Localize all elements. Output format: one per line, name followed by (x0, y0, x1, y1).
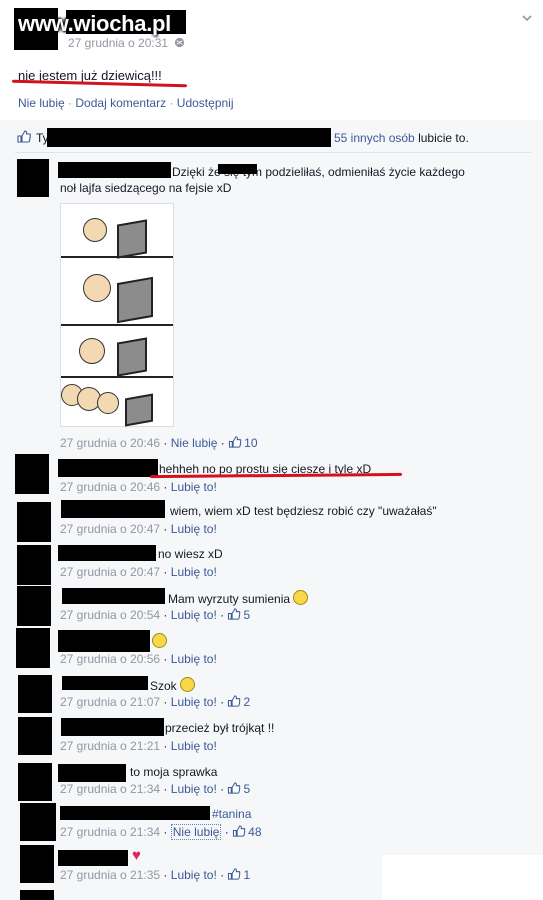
comment-meta: 27 grudnia o 20:47 · Lubię to! (60, 522, 217, 536)
like-thumb-icon (228, 868, 241, 880)
face (97, 392, 119, 414)
like-button[interactable]: Lubię to! (171, 652, 217, 666)
like-thumb-icon (228, 608, 241, 620)
comment-text-line2: noł lajfa siedzącego na fejsie xD (60, 181, 232, 195)
surprised-emoji-icon (152, 633, 167, 648)
like-button[interactable]: Lubię to! (171, 739, 217, 753)
comment-like-count[interactable]: 5 (227, 608, 250, 622)
unlike-link[interactable]: Nie lubię (18, 96, 65, 110)
comment-meta: 27 grudnia o 21:35 · Lubię to! · 1 (60, 868, 251, 882)
comment-meta: 27 grudnia o 20:46 · Lubię to! (60, 480, 217, 494)
watermark: www.wiocha.pl (18, 11, 171, 36)
comment-author-redacted[interactable] (58, 459, 158, 477)
comment-author-redacted[interactable] (61, 718, 164, 736)
comment-avatar[interactable] (17, 586, 51, 626)
comment-avatar[interactable] (18, 717, 52, 755)
like-thumb-icon (233, 825, 246, 837)
comment-meta: 27 grudnia o 21:07 · Lubię to! · 2 (60, 695, 251, 709)
like-button[interactable]: Lubię to! (171, 480, 217, 494)
comment-author-redacted[interactable] (60, 806, 210, 820)
liker-names-redacted[interactable] (47, 128, 331, 147)
like-button[interactable]: Lubię to! (171, 608, 217, 622)
comment-author-redacted[interactable] (62, 676, 148, 690)
comment-text: Dzięki że się tym podzieliłaś, odmieniła… (172, 165, 465, 179)
comment-meta: 27 grudnia o 20:47 · Lubię to! (60, 565, 217, 579)
like-button[interactable]: Nie lubię (171, 436, 218, 450)
post-timestamp[interactable]: 27 grudnia o 20:31 (68, 36, 185, 50)
monitor (117, 276, 153, 324)
globe-icon (175, 37, 185, 48)
frown-emoji-icon (293, 590, 309, 605)
comment-avatar[interactable] (15, 454, 49, 494)
monitor (117, 219, 147, 259)
like-button[interactable]: Lubię to! (171, 695, 217, 709)
post-actions: Nie lubię · Dodaj komentarz · Udostępnij (18, 96, 234, 110)
comment-text: Mam wyrzuty sumienia (168, 590, 309, 606)
like-thumb-icon (229, 436, 242, 448)
heart-emoji-icon: ♥ (132, 847, 141, 864)
redacted-name (218, 164, 257, 174)
add-comment-link[interactable]: Dodaj komentarz (75, 96, 166, 110)
comment-avatar[interactable] (17, 159, 49, 197)
comment-avatar[interactable] (18, 675, 52, 713)
chevron-down-icon[interactable] (521, 12, 533, 24)
comment-image[interactable] (60, 203, 174, 427)
comment-avatar[interactable] (16, 628, 50, 668)
comment-text: #tanina (212, 807, 252, 821)
comment-author-redacted[interactable] (58, 764, 126, 782)
like-button[interactable]: Lubię to! (171, 782, 217, 796)
comment-text: to moja sprawka (130, 765, 218, 779)
comment-meta: 27 grudnia o 20:54 · Lubię to! · 5 (60, 608, 251, 622)
comment-author-redacted[interactable] (58, 850, 128, 866)
comment-meta: 27 grudnia o 20:46 · Nie lubię · 10 (60, 436, 258, 450)
comment-like-count[interactable]: 10 (228, 436, 258, 450)
like-thumb-icon (17, 130, 31, 143)
unlike-button[interactable]: Nie lubię (170, 824, 222, 840)
comment-text: no wiesz xD (158, 547, 223, 561)
comment-meta: 27 grudnia o 21:21 · Lubię to! (60, 739, 217, 753)
comment-text: wiem, wiem xD test będziesz robić czy "u… (170, 504, 437, 518)
like-button[interactable]: Lubię to! (171, 565, 217, 579)
like-button[interactable]: Lubię to! (171, 868, 217, 882)
share-link[interactable]: Udostępnij (177, 96, 234, 110)
comment-author-redacted[interactable] (61, 500, 165, 518)
comment-meta: 27 grudnia o 21:34 · Nie lubię · 48 (60, 824, 262, 840)
monitor (125, 393, 153, 427)
comment-text: Szok (150, 677, 196, 693)
comment-author-redacted[interactable] (62, 588, 165, 604)
comment-avatar[interactable] (17, 545, 51, 585)
comment-avatar[interactable] (20, 890, 54, 900)
likes-count: 55 innych osób lubicie to. (334, 131, 469, 145)
monitor (117, 337, 147, 377)
comment-avatar[interactable] (20, 803, 56, 841)
comment-like-count[interactable]: 1 (227, 868, 250, 882)
like-button[interactable]: Lubię to! (171, 522, 217, 536)
panel-divider (61, 324, 173, 326)
comment-like-count[interactable]: 5 (227, 782, 250, 796)
comment-avatar[interactable] (20, 845, 54, 883)
comment-text: przecież był trójkąt !! (165, 721, 275, 735)
like-thumb-icon (228, 695, 241, 707)
comment-avatar[interactable] (18, 763, 52, 801)
comment-author-redacted[interactable] (58, 545, 156, 561)
comment-avatar[interactable] (17, 502, 51, 542)
like-thumb-icon (228, 782, 241, 794)
comment-author-redacted[interactable] (58, 630, 150, 652)
crop-corner (382, 855, 543, 900)
comment-like-count[interactable]: 48 (232, 825, 262, 839)
others-likes-link[interactable]: 55 innych osób (334, 131, 415, 145)
comment-like-count[interactable]: 2 (227, 695, 250, 709)
face (83, 274, 111, 302)
face (83, 218, 107, 242)
comment-meta: 27 grudnia o 20:56 · Lubię to! (60, 652, 217, 666)
divider (15, 152, 531, 153)
frown-emoji-icon (180, 677, 196, 692)
comment-author-redacted[interactable] (58, 162, 171, 178)
face (79, 338, 105, 364)
comment-meta: 27 grudnia o 21:34 · Lubię to! · 5 (60, 782, 251, 796)
